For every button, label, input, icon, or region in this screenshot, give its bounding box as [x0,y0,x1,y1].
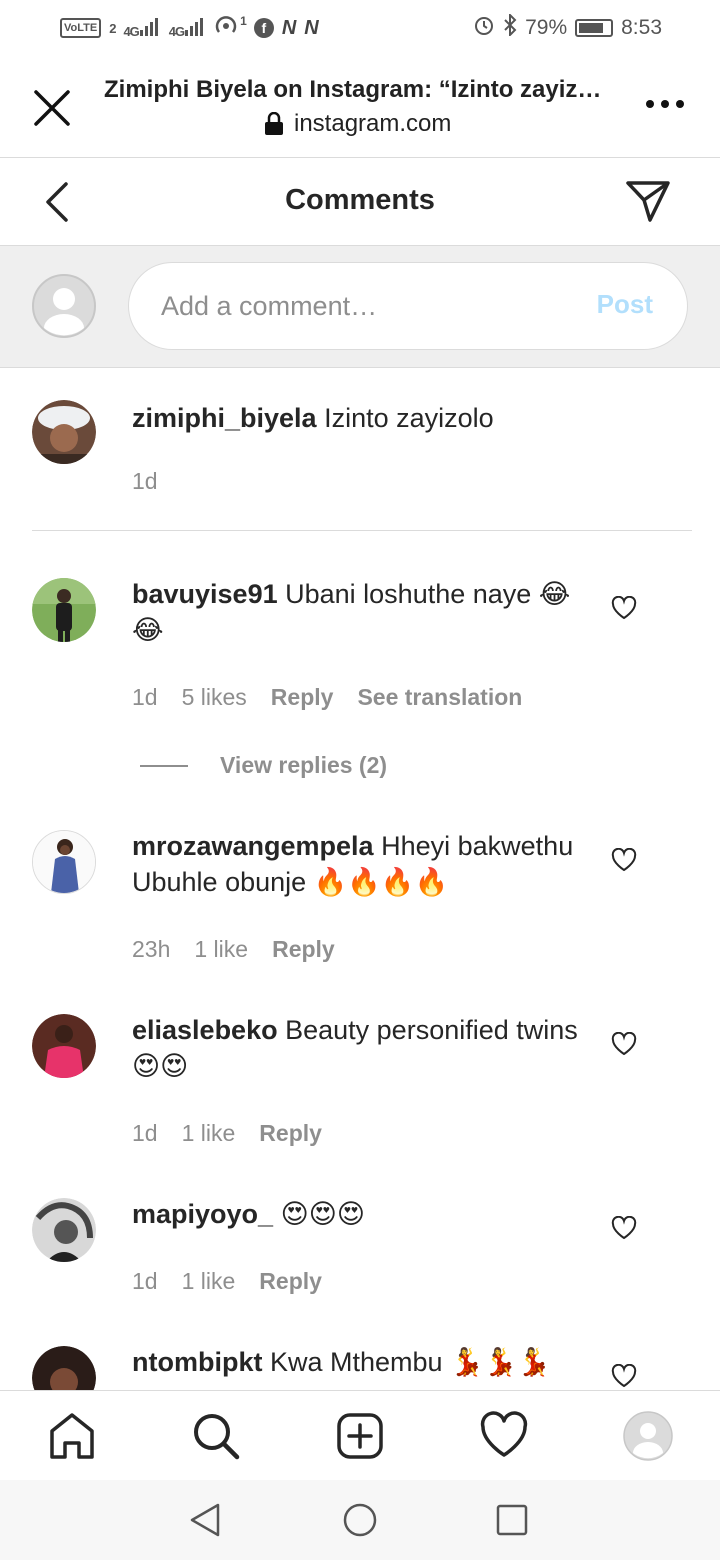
comment-meta: 1d 5 likes Reply See translation [132,684,522,711]
comment-text: ntombipkt Kwa Mthembu 💃💃💃 [132,1344,592,1380]
comment-username[interactable]: eliaslebeko [132,1015,278,1045]
bluetooth-icon [503,12,517,42]
avatar[interactable] [32,1198,96,1262]
status-bar: VoLTE 2 4G 4G 1 f N N 79% 8:53 [0,0,720,56]
reply-button[interactable]: Reply [259,1268,322,1295]
avatar[interactable] [32,1014,96,1078]
alarm-icon [473,14,495,42]
see-translation-button[interactable]: See translation [357,684,522,711]
comment-likes[interactable]: 1 like [182,1268,236,1295]
page-title: Comments [285,184,435,216]
comment-time: 1d [132,1120,158,1146]
close-tab-icon[interactable] [32,88,72,128]
comment-body: 😍😍😍 [280,1199,366,1229]
view-replies-line [140,764,188,767]
battery-icon [575,19,614,37]
add-comment-bar: Post [0,246,720,368]
reply-button[interactable]: Reply [259,1120,322,1147]
browser-url: instagram.com [264,110,451,138]
comment-body: Kwa Mthembu 💃💃💃 [270,1347,551,1377]
signal-1-label: 4G [123,23,139,39]
system-recents-icon[interactable] [494,1502,530,1538]
comment-text: bavuyise91 Ubani loshuthe naye 😂😂 [132,576,592,648]
like-heart-icon[interactable] [611,848,637,872]
post-button[interactable]: Post [597,289,653,320]
comment-username[interactable]: ntombipkt [132,1347,262,1377]
more-options-icon[interactable] [646,100,684,108]
bottom-navigation [0,1390,720,1480]
view-replies-label: View replies (2) [220,752,388,778]
status-right: 79% 8:53 [473,12,662,42]
avatar-photo-bavuyise [32,578,96,642]
comment-meta: 23h 1 like Reply [132,936,335,963]
comment-text: mrozawangempela Hheyi bakwethu Ubuhle ob… [132,828,592,900]
comment-meta: 1d [132,468,158,495]
reply-button[interactable]: Reply [272,936,335,963]
comments-header: Comments [0,158,720,246]
comment-username[interactable]: mapiyoyo_ [132,1199,273,1229]
browser-page-title: Zimiphi Biyela on Instagram: “Izinto zay… [104,76,614,103]
reply-button[interactable]: Reply [271,684,334,711]
comment-body: Izinto zayizolo [324,403,494,433]
like-heart-icon[interactable] [611,1364,637,1388]
battery-percent: 79% [525,16,568,39]
signal-1-icon: 4G [123,17,160,39]
system-home-icon[interactable] [342,1502,378,1538]
home-icon[interactable] [47,1411,97,1461]
status-time: 8:53 [621,16,662,39]
caption-divider [32,530,692,531]
comment-box: Post [128,262,688,350]
browser-url-text: instagram.com [294,110,452,137]
comment-time: 1d [132,1268,158,1294]
comment-meta: 1d 1 like Reply [132,1268,322,1295]
hotspot-count: 1 [240,14,247,28]
new-post-icon[interactable] [335,1411,385,1461]
direct-message-icon[interactable] [624,178,672,224]
comment-input[interactable] [161,283,581,329]
volte-badge: VoLTE [60,18,102,38]
news-notification-icon-1: N [281,16,297,39]
system-navigation-bar [0,1480,720,1560]
comment-username[interactable]: zimiphi_biyela [132,403,317,433]
my-avatar [32,274,96,338]
avatar[interactable] [32,830,96,894]
comment-likes[interactable]: 5 likes [182,684,247,711]
comment-username[interactable]: bavuyise91 [132,579,278,609]
avatar-photo-eliaslebeko [32,1014,96,1078]
comment-meta: 1d 1 like Reply [132,1120,322,1147]
avatar[interactable] [32,578,96,642]
comment-time: 1d [132,468,158,494]
status-left: VoLTE 2 4G 4G 1 f N N [60,14,319,42]
avatar-photo-mrozawangempela [33,831,95,893]
view-replies-button[interactable]: View replies (2) [140,752,387,779]
avatar-photo-mapiyoyo [32,1198,96,1262]
like-heart-icon[interactable] [611,1032,637,1056]
caption-text: zimiphi_biyela Izinto zayizolo [132,400,592,436]
comment-time: 1d [132,684,158,710]
comment-text: mapiyoyo_ 😍😍😍 [132,1196,592,1232]
comment-time: 23h [132,936,171,962]
browser-toolbar: Zimiphi Biyela on Instagram: “Izinto zay… [0,56,720,158]
comment-likes[interactable]: 1 like [182,1120,236,1147]
comment-likes[interactable]: 1 like [194,936,248,963]
system-back-icon[interactable] [188,1502,224,1538]
avatar[interactable] [32,400,96,464]
like-heart-icon[interactable] [611,596,637,620]
signal-2-label: 4G [168,23,185,39]
signal-2-icon: 4G [168,17,206,39]
comment-username[interactable]: mrozawangempela [132,831,374,861]
search-icon[interactable] [191,1411,241,1461]
facebook-notification-icon: f [253,18,274,38]
hotspot-icon [214,14,238,42]
profile-avatar-icon[interactable] [623,1411,673,1461]
news-notification-icon-2: N [304,16,319,39]
sim-number: 2 [109,20,116,36]
comment-text: eliaslebeko Beauty personified twins😍😍 [132,1012,592,1084]
lock-icon [265,112,283,135]
like-heart-icon[interactable] [611,1216,637,1240]
avatar-photo-zimiphi [32,400,96,464]
activity-heart-icon[interactable] [479,1411,529,1461]
